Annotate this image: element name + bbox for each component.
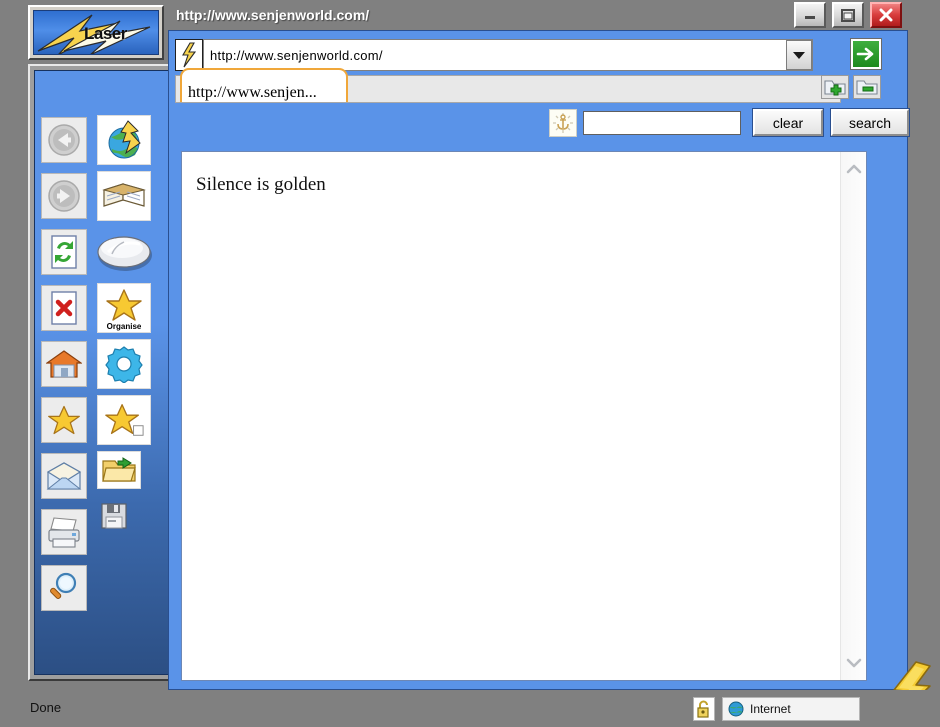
tab-label: http://www.senjen...: [188, 84, 317, 101]
search-anchor-icon-box: [549, 109, 577, 137]
add-tab-button[interactable]: [821, 75, 849, 99]
clear-button[interactable]: clear: [753, 109, 823, 136]
open-book-icon: [102, 183, 146, 207]
star-organise-icon: [106, 289, 142, 321]
search-input[interactable]: [584, 112, 740, 134]
laser-logo-badge: Laser: [28, 5, 164, 60]
star-icon: [48, 405, 80, 435]
lightning-bolt-icon: [182, 42, 197, 68]
close-icon: [879, 8, 893, 22]
tab-controls: [821, 75, 881, 99]
sidebar-row: Organise: [41, 283, 169, 339]
sidebar-row: [41, 115, 169, 171]
star-plus-icon: [105, 404, 144, 436]
url-history-dropdown-button[interactable]: [786, 40, 812, 70]
open-padlock-icon: [697, 700, 709, 718]
security-zone-label: Internet: [750, 702, 791, 716]
folder-plus-icon: [824, 80, 846, 96]
status-text: Done: [30, 700, 62, 715]
sidebar: Organise: [34, 70, 170, 675]
scroll-down-button[interactable]: [841, 650, 866, 676]
sidebar-frame: Organise: [28, 64, 176, 681]
sidebar-row: [41, 339, 169, 395]
search-button[interactable]: search: [831, 109, 909, 136]
sidebar-row: [41, 171, 169, 227]
go-button[interactable]: [851, 39, 881, 69]
globe-bolt-icon: [108, 120, 141, 159]
security-zone-indicator[interactable]: Internet: [722, 697, 860, 721]
tab-active[interactable]: http://www.senjen...: [180, 68, 348, 102]
maximize-button[interactable]: [832, 2, 864, 28]
security-indicator[interactable]: [693, 697, 715, 721]
sidebar-item-globe[interactable]: [97, 115, 151, 165]
browser-app: Laser Organise http://www.senjenworld.co…: [0, 0, 940, 727]
forward-arrow-icon: [48, 180, 80, 212]
sidebar-item-settings[interactable]: [97, 339, 151, 389]
refresh-page-icon: [51, 235, 77, 269]
browser-window: http://www.senjenworld.com/ http://www.s…: [168, 0, 909, 690]
laser-logo-graphic: Laser: [33, 10, 159, 55]
folder-minus-icon: [856, 80, 878, 95]
window-body: http://www.senjen...: [168, 30, 909, 690]
minimize-icon: [805, 16, 815, 19]
chevron-down-icon: [793, 52, 805, 59]
url-input[interactable]: [204, 47, 812, 63]
back-arrow-icon: [48, 124, 80, 156]
magnifier-icon: [50, 572, 77, 599]
gear-icon: [105, 346, 143, 383]
sidebar-item-organise[interactable]: Organise: [97, 283, 151, 333]
sidebar-item-mail[interactable]: [41, 453, 87, 499]
sidebar-item-favourite[interactable]: [41, 397, 87, 443]
sidebar-row: [41, 563, 169, 619]
envelope-icon: [46, 462, 82, 490]
sidebar-row: [41, 227, 169, 283]
address-bar-icon: [175, 39, 203, 71]
anchor-icon: [553, 113, 573, 133]
scroll-up-button[interactable]: [841, 156, 866, 182]
mouse-icon: [97, 236, 152, 271]
remove-tab-button[interactable]: [853, 75, 881, 99]
sidebar-item-organise-label: Organise: [106, 322, 142, 331]
maximize-icon: [841, 9, 855, 22]
laser-logo-text: Laser: [84, 24, 127, 43]
sidebar-item-find[interactable]: [41, 565, 87, 611]
printer-icon: [48, 517, 80, 548]
sidebar-item-book[interactable]: [97, 171, 151, 221]
page-body-text: Silence is golden: [196, 174, 326, 195]
sidebar-item-open-folder[interactable]: [97, 451, 141, 489]
sidebar-row: [41, 395, 169, 451]
globe-icon: [728, 701, 744, 717]
sidebar-button-grid: Organise: [41, 115, 169, 619]
tab-strip: http://www.senjen...: [175, 68, 841, 103]
open-folder-icon: [102, 457, 136, 482]
sidebar-row: [41, 503, 169, 563]
sidebar-item-mouse[interactable]: [95, 225, 155, 281]
floppy-disk-icon: [101, 503, 127, 529]
sidebar-item-add-favourite[interactable]: [97, 395, 151, 445]
stop-page-icon: [51, 291, 77, 325]
chevron-down-icon: [846, 658, 861, 668]
sidebar-item-forward[interactable]: [41, 173, 87, 219]
page-content-area: Silence is golden: [181, 151, 867, 681]
vertical-scrollbar[interactable]: [840, 152, 866, 680]
page-document: Silence is golden: [182, 152, 838, 680]
url-input-wrapper: [203, 39, 813, 71]
address-bar: [175, 39, 841, 71]
title-bar: http://www.senjenworld.com/: [168, 0, 908, 34]
close-button[interactable]: [870, 2, 902, 28]
chevron-up-icon: [846, 164, 861, 174]
window-controls: [794, 2, 902, 28]
sidebar-row: [41, 451, 169, 507]
house-icon: [46, 350, 82, 378]
window-title: http://www.senjenworld.com/: [176, 7, 370, 23]
sidebar-item-home[interactable]: [41, 341, 87, 387]
search-input-wrapper: [583, 111, 741, 135]
sidebar-item-stop[interactable]: [41, 285, 87, 331]
sidebar-item-print[interactable]: [41, 509, 87, 555]
sidebar-item-back[interactable]: [41, 117, 87, 163]
sidebar-item-reload[interactable]: [41, 229, 87, 275]
sidebar-item-save[interactable]: [99, 501, 129, 531]
go-arrow-icon: [856, 47, 874, 61]
minimize-button[interactable]: [794, 2, 826, 28]
